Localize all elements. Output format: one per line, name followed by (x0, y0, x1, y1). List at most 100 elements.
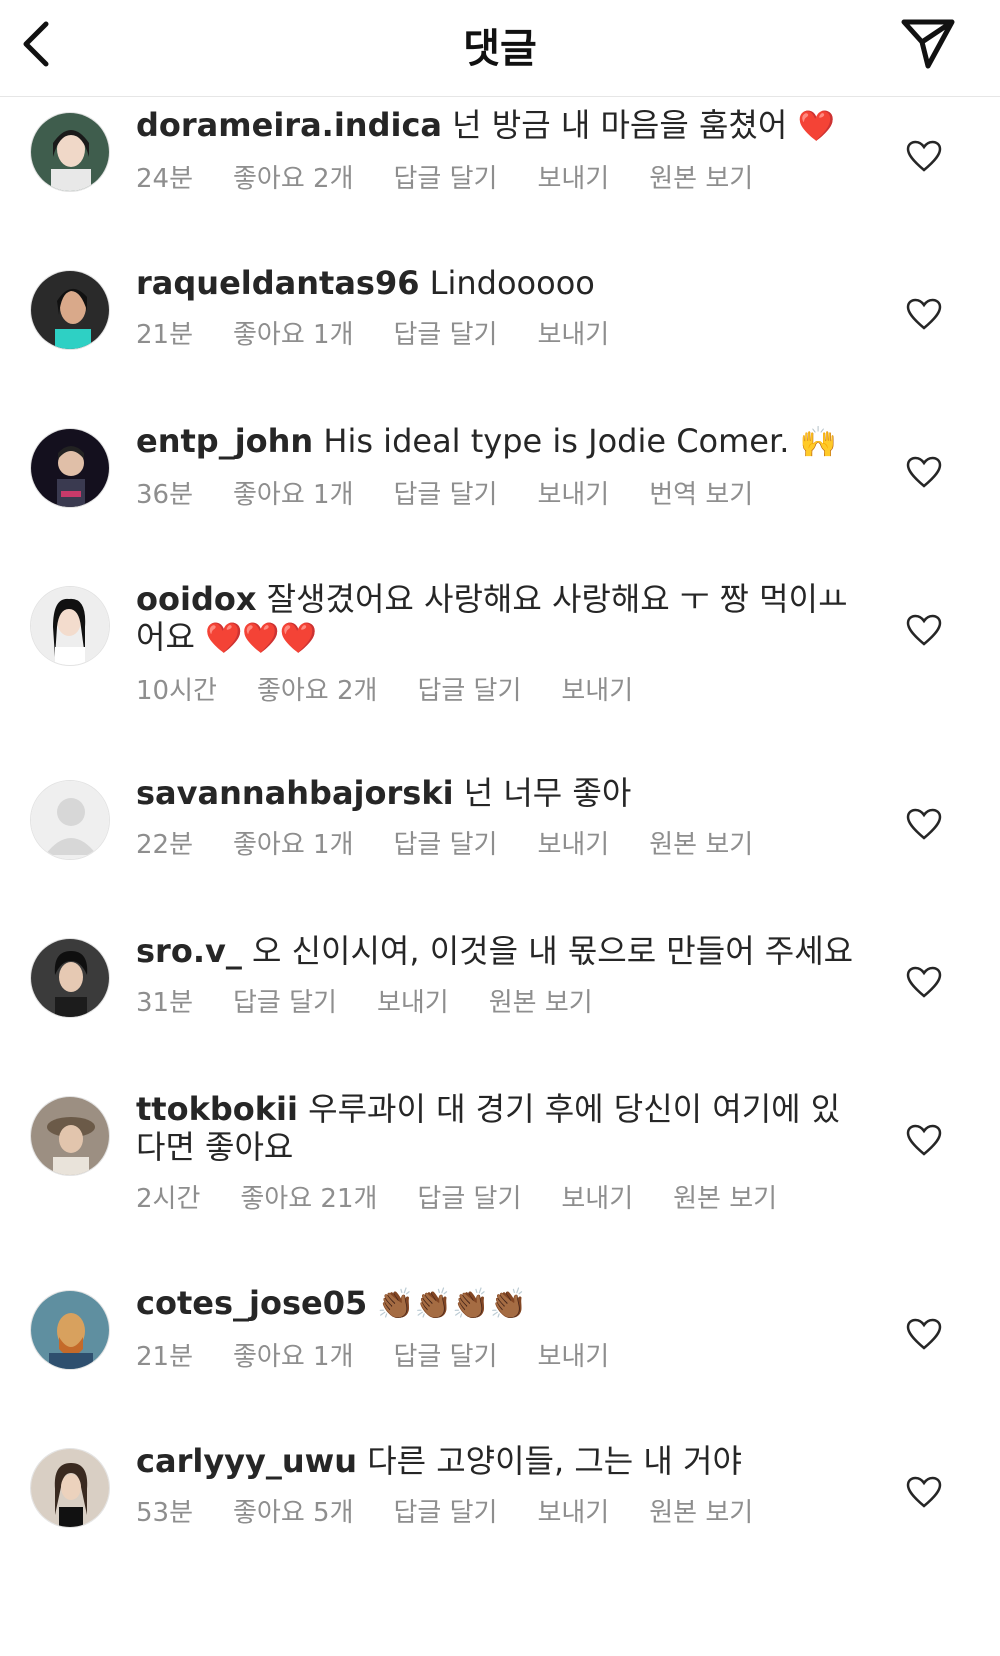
comment-likes-count[interactable]: 좋아요 5개 (233, 1498, 354, 1528)
send-button[interactable]: 보내기 (561, 1184, 633, 1214)
reply-button[interactable]: 답글 달기 (394, 320, 498, 350)
avatar[interactable] (30, 270, 110, 350)
comment-message: 넌 방금 내 마음을 훔쳤어 (452, 106, 788, 144)
see-original-button[interactable]: 원본 보기 (649, 830, 753, 860)
header-bar: 댓글 (0, 0, 1000, 97)
comment-meta: 21분 좋아요 1개 답글 달기 보내기 (136, 314, 856, 351)
reply-button[interactable]: 답글 달기 (417, 1184, 521, 1214)
comment-username[interactable]: carlyyy_uwu (136, 1442, 357, 1480)
avatar[interactable] (30, 938, 110, 1018)
comment-likes-count[interactable]: 좋아요 2개 (233, 164, 354, 194)
comment-likes-count[interactable]: 좋아요 1개 (233, 1342, 354, 1372)
comment-message: Lindooooo (429, 264, 595, 302)
heart-icon[interactable] (906, 614, 942, 646)
comment-likes-count[interactable]: 좋아요 1개 (233, 320, 354, 350)
comment-text: ttokbokii 우루과이 대 경기 후에 당신이 여기에 있다면 좋아요 (136, 1090, 856, 1166)
comment-text: entp_john His ideal type is Jodie Comer.… (136, 422, 856, 462)
comment-item: entp_john His ideal type is Jodie Comer.… (0, 422, 1000, 552)
avatar[interactable] (30, 1290, 110, 1370)
heart-icon[interactable] (906, 456, 942, 488)
comment-likes-count[interactable]: 좋아요 2개 (257, 676, 378, 706)
comment-username[interactable]: entp_john (136, 422, 313, 460)
comment-meta: 2시간 좋아요 21개 답글 달기 보내기 원본 보기 (136, 1178, 856, 1215)
comment-username[interactable]: ttokbokii (136, 1090, 298, 1128)
heart-icon[interactable] (906, 966, 942, 998)
comment-time: 53분 (136, 1498, 194, 1528)
see-original-button[interactable]: 원본 보기 (673, 1184, 777, 1214)
avatar[interactable] (30, 1448, 110, 1528)
comment-meta: 21분 좋아요 1개 답글 달기 보내기 (136, 1336, 856, 1373)
comment-time: 2시간 (136, 1184, 201, 1214)
comment-likes-count[interactable]: 좋아요 1개 (233, 480, 354, 510)
comment-item: cotes_jose05 👏🏾👏🏾👏🏾👏🏾 21분 좋아요 1개 답글 달기 보내기 (0, 1284, 1000, 1414)
comment-username[interactable]: dorameira.indica (136, 106, 442, 144)
heart-icon[interactable] (906, 140, 942, 172)
avatar[interactable] (30, 780, 110, 860)
comment-time: 24분 (136, 164, 194, 194)
avatar[interactable] (30, 586, 110, 666)
send-button[interactable]: 보내기 (537, 164, 609, 194)
comment-time: 36분 (136, 480, 194, 510)
send-button[interactable]: 보내기 (537, 1498, 609, 1528)
reply-button[interactable]: 답글 달기 (394, 1342, 498, 1372)
reply-button[interactable]: 답글 달기 (233, 988, 337, 1018)
comment-item: sro.v_ 오 신이시여, 이것을 내 몫으로 만들어 주세요 31분 답글 달… (0, 932, 1000, 1062)
see-translation-button[interactable]: 번역 보기 (649, 480, 753, 510)
avatar[interactable] (30, 1096, 110, 1176)
comment-time: 31분 (136, 988, 194, 1018)
send-button[interactable]: 보내기 (537, 1342, 609, 1372)
send-button[interactable]: 보내기 (537, 480, 609, 510)
comment-text: savannahbajorski 넌 너무 좋아 (136, 774, 856, 812)
avatar[interactable] (30, 112, 110, 192)
reply-button[interactable]: 답글 달기 (417, 676, 521, 706)
comment-text: carlyyy_uwu 다른 고양이들, 그는 내 거야 (136, 1442, 856, 1480)
reply-button[interactable]: 답글 달기 (394, 164, 498, 194)
comment-username[interactable]: raqueldantas96 (136, 264, 419, 302)
comment-time: 21분 (136, 320, 194, 350)
comment-message: 오 신이시여, 이것을 내 몫으로 만들어 주세요 (252, 932, 854, 970)
reply-button[interactable]: 답글 달기 (394, 480, 498, 510)
avatar[interactable] (30, 428, 110, 508)
comment-item: carlyyy_uwu 다른 고양이들, 그는 내 거야 53분 좋아요 5개 답글… (0, 1442, 1000, 1572)
comment-likes-count[interactable]: 좋아요 21개 (240, 1184, 377, 1214)
comment-item: ooidox 잘생겼어요 사랑해요 사랑해요 ㅜ 짱 먹이ㅛ어요 ❤️❤️❤️ … (0, 580, 1000, 740)
heart-icon[interactable] (906, 1318, 942, 1350)
comment-message: His ideal type is Jodie Comer. (323, 422, 790, 460)
comment-message: 다른 고양이들, 그는 내 거야 (367, 1442, 742, 1480)
comment-text: ooidox 잘생겼어요 사랑해요 사랑해요 ㅜ 짱 먹이ㅛ어요 ❤️❤️❤️ (136, 580, 856, 658)
comment-likes-count[interactable]: 좋아요 1개 (233, 830, 354, 860)
see-original-button[interactable]: 원본 보기 (649, 164, 753, 194)
comment-emoji: 🙌 (799, 425, 837, 460)
see-original-button[interactable]: 원본 보기 (489, 988, 593, 1018)
reply-button[interactable]: 답글 달기 (394, 1498, 498, 1528)
heart-icon[interactable] (906, 1124, 942, 1156)
send-direct-icon[interactable] (898, 14, 958, 74)
comment-meta: 53분 좋아요 5개 답글 달기 보내기 원본 보기 (136, 1492, 856, 1529)
page-title: 댓글 (463, 26, 537, 72)
comment-meta: 24분 좋아요 2개 답글 달기 보내기 원본 보기 (136, 158, 856, 195)
comment-item: dorameira.indica 넌 방금 내 마음을 훔쳤어 ❤️ 24분 좋아… (0, 106, 1000, 236)
comment-username[interactable]: ooidox (136, 580, 256, 618)
heart-icon[interactable] (906, 298, 942, 330)
reply-button[interactable]: 답글 달기 (394, 830, 498, 860)
comment-item: savannahbajorski 넌 너무 좋아 22분 좋아요 1개 답글 달기 보… (0, 774, 1000, 904)
comment-username[interactable]: cotes_jose05 (136, 1284, 367, 1322)
heart-icon[interactable] (906, 1476, 942, 1508)
comment-username[interactable]: sro.v_ (136, 932, 242, 970)
comment-time: 21분 (136, 1342, 194, 1372)
comment-meta: 31분 답글 달기 보내기 원본 보기 (136, 982, 856, 1019)
send-button[interactable]: 보내기 (537, 320, 609, 350)
send-button[interactable]: 보내기 (561, 676, 633, 706)
comment-item: ttokbokii 우루과이 대 경기 후에 당신이 여기에 있다면 좋아요 2… (0, 1090, 1000, 1250)
send-button[interactable]: 보내기 (377, 988, 449, 1018)
comment-text: dorameira.indica 넌 방금 내 마음을 훔쳤어 ❤️ (136, 106, 856, 146)
comment-meta: 10시간 좋아요 2개 답글 달기 보내기 (136, 670, 856, 707)
see-original-button[interactable]: 원본 보기 (649, 1498, 753, 1528)
comment-meta: 22분 좋아요 1개 답글 달기 보내기 원본 보기 (136, 824, 856, 861)
comment-time: 22분 (136, 830, 194, 860)
comment-item: raqueldantas96 Lindooooo 21분 좋아요 1개 답글 달기 보… (0, 264, 1000, 394)
comment-text: cotes_jose05 👏🏾👏🏾👏🏾👏🏾 (136, 1284, 856, 1324)
comment-username[interactable]: savannahbajorski (136, 774, 454, 812)
heart-icon[interactable] (906, 808, 942, 840)
send-button[interactable]: 보내기 (537, 830, 609, 860)
